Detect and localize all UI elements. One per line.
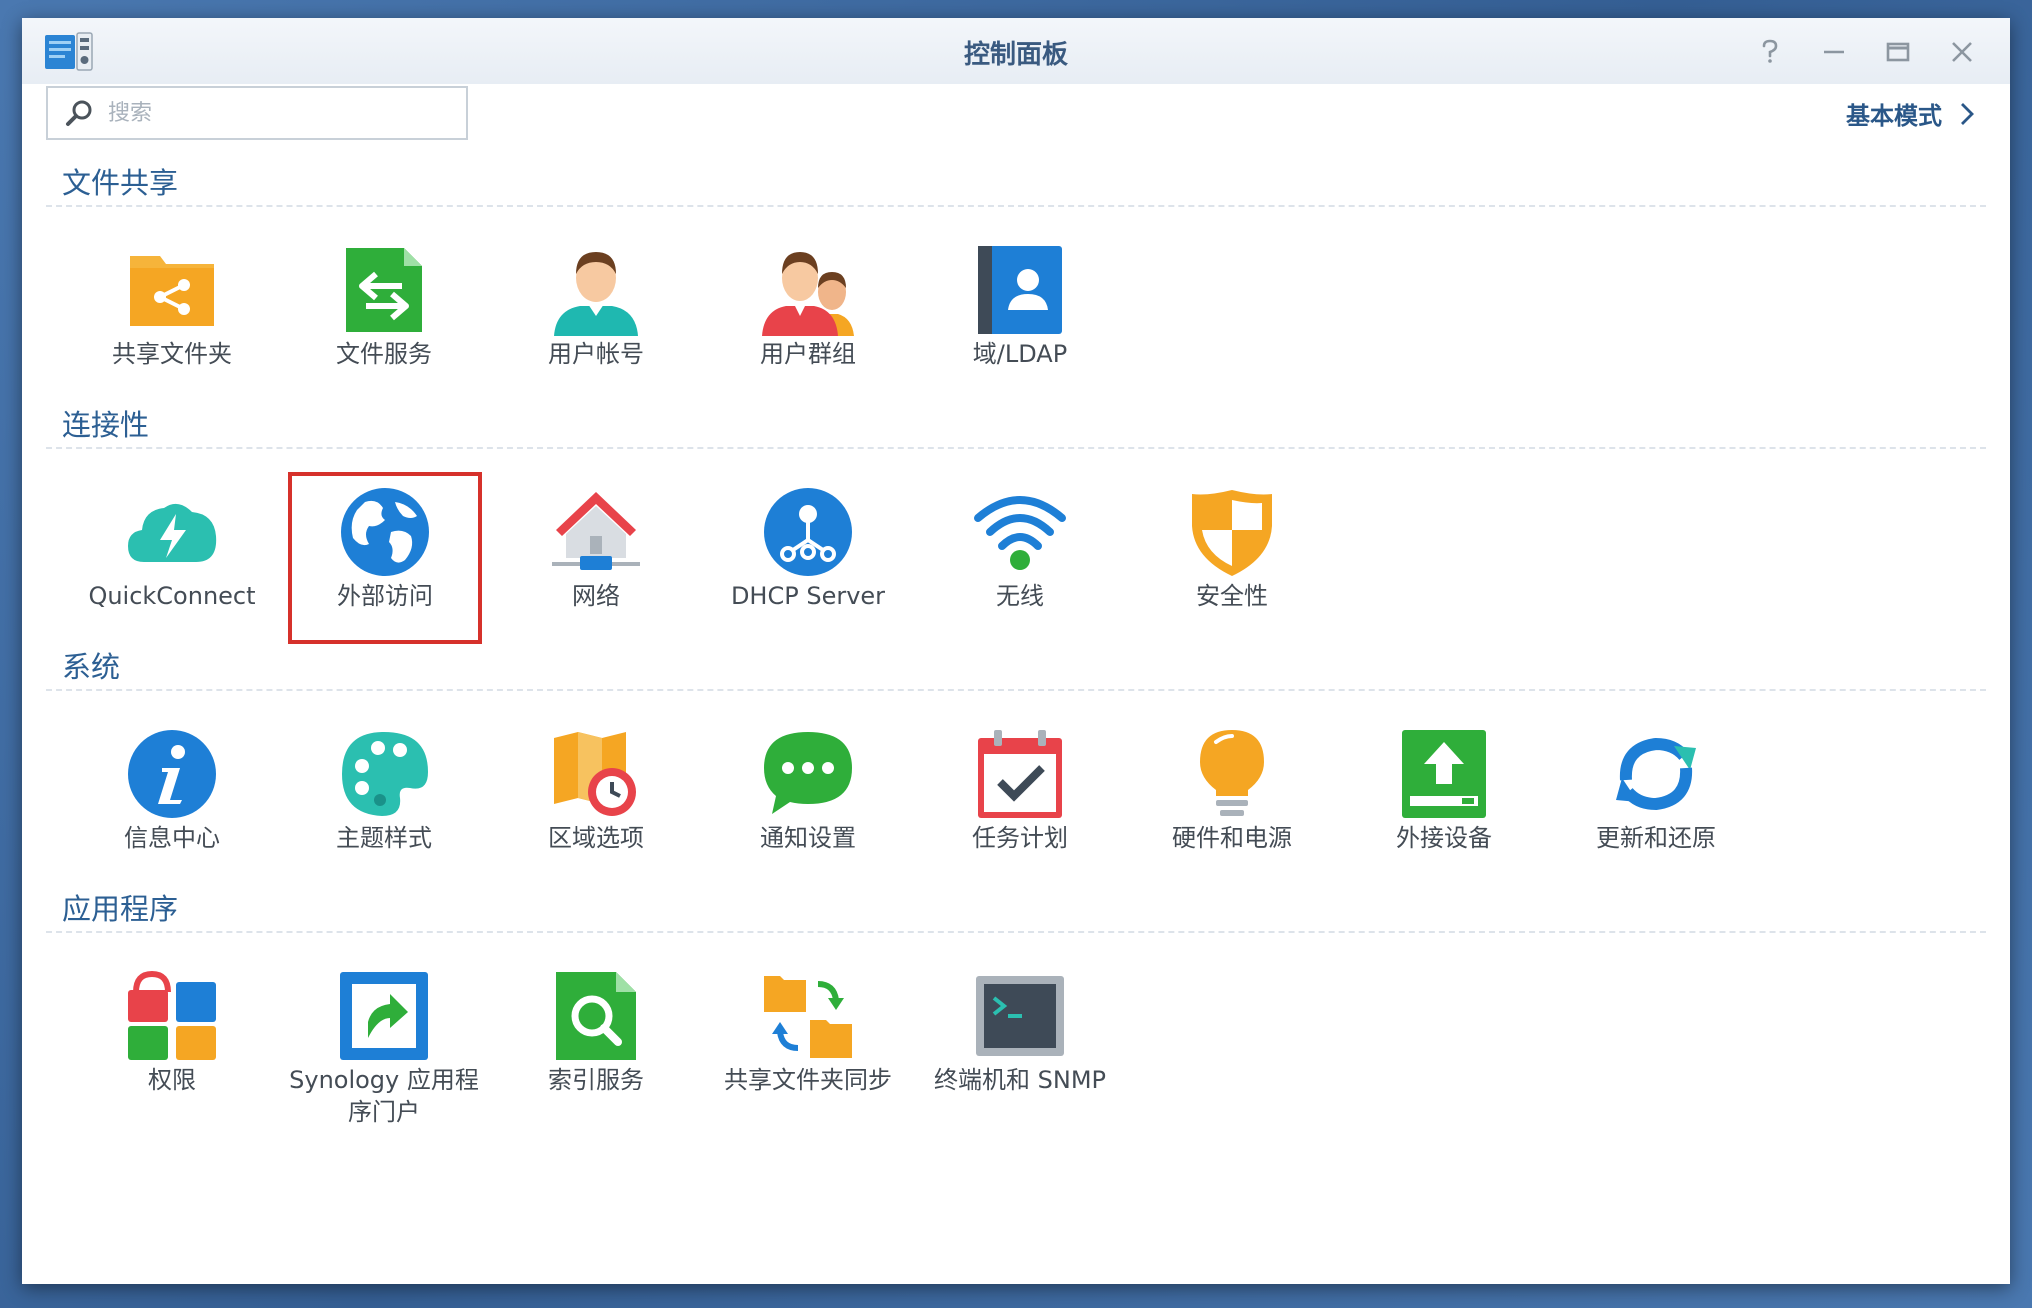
item-label: DHCP Server	[730, 582, 886, 610]
item-label: 用户帐号	[548, 340, 644, 368]
item-shared-folder[interactable]: 共享文件夹	[66, 232, 278, 402]
item-security[interactable]: 安全性	[1126, 474, 1338, 644]
item-external-access[interactable]: 外部访问	[288, 472, 482, 644]
regional-options-icon	[554, 732, 636, 816]
help-icon	[1762, 39, 1778, 63]
item-label: 外接设备	[1396, 824, 1492, 852]
item-label: 更新和还原	[1596, 824, 1716, 852]
item-user[interactable]: 用户帐号	[490, 232, 702, 402]
item-label-multiline: Synology 应用程 序门户	[278, 1064, 490, 1128]
wifi-icon	[974, 496, 1066, 570]
privileges-icon	[128, 970, 216, 1060]
item-shared-folder-sync[interactable]: 共享文件夹同步	[702, 958, 914, 1128]
palette-icon	[342, 732, 428, 816]
basic-mode-label: 基本模式	[1846, 102, 1942, 130]
item-label: 通知设置	[760, 824, 856, 852]
item-label: 安全性	[1196, 582, 1268, 610]
item-label: 终端机和 SNMP	[934, 1066, 1106, 1094]
search-input[interactable]	[106, 99, 450, 127]
section-title-applications: 应用程序	[62, 892, 179, 926]
item-task-scheduler[interactable]: 任务计划	[914, 716, 1126, 886]
dhcp-icon	[764, 488, 852, 576]
item-label-line2: 序门户	[348, 1098, 420, 1126]
item-label: 任务计划	[972, 824, 1068, 852]
maximize-button[interactable]	[1880, 34, 1916, 70]
info-icon	[128, 730, 216, 818]
maximize-icon	[1886, 42, 1910, 62]
shield-icon	[1192, 490, 1272, 576]
item-label: 权限	[148, 1066, 196, 1094]
globe-icon	[341, 488, 429, 576]
notification-icon	[764, 732, 852, 814]
item-file-services[interactable]: 文件服务	[278, 232, 490, 402]
close-icon	[1952, 42, 1972, 62]
section-divider	[46, 689, 1986, 691]
item-label: 共享文件夹同步	[724, 1066, 892, 1094]
item-network[interactable]: 网络	[490, 474, 702, 644]
item-label: 区域选项	[548, 824, 644, 852]
item-label: 无线	[996, 582, 1044, 610]
file-services-icon	[346, 248, 422, 332]
search-icon	[66, 100, 92, 126]
app-portal-icon	[340, 972, 428, 1060]
item-dhcp-server[interactable]: DHCP Server	[702, 474, 914, 644]
section-title-connectivity: 连接性	[62, 408, 150, 442]
section-divider	[46, 931, 1986, 933]
group-icon	[762, 252, 854, 336]
section-divider	[46, 205, 1986, 207]
item-external-devices[interactable]: 外接设备	[1338, 716, 1550, 886]
item-application-portal[interactable]: Synology 应用程 序门户	[278, 958, 490, 1158]
lightbulb-icon	[1200, 730, 1264, 816]
terminal-icon	[976, 976, 1064, 1056]
item-label: 用户群组	[760, 340, 856, 368]
item-label: 信息中心	[124, 824, 220, 852]
minimize-icon	[1824, 50, 1844, 54]
close-button[interactable]	[1944, 34, 1980, 70]
item-theme[interactable]: 主题样式	[278, 716, 490, 886]
section-divider	[46, 447, 1986, 449]
ldap-icon	[978, 246, 1062, 334]
item-wireless[interactable]: 无线	[914, 474, 1126, 644]
item-label: 网络	[572, 582, 620, 610]
item-label: 外部访问	[337, 582, 433, 610]
item-group[interactable]: 用户群组	[702, 232, 914, 402]
external-device-icon	[1402, 730, 1486, 818]
item-notification[interactable]: 通知设置	[702, 716, 914, 886]
item-info-center[interactable]: 信息中心	[66, 716, 278, 886]
item-label: 共享文件夹	[112, 340, 232, 368]
item-label-line1: Synology 应用程	[289, 1066, 479, 1094]
chevron-right-icon	[1961, 102, 1974, 125]
user-icon	[554, 252, 638, 336]
help-button[interactable]	[1752, 34, 1788, 70]
item-label: QuickConnect	[88, 582, 256, 610]
item-terminal-snmp[interactable]: 终端机和 SNMP	[914, 958, 1126, 1128]
item-label: 主题样式	[336, 824, 432, 852]
basic-mode-link[interactable]: 基本模式	[1846, 96, 1976, 131]
search-box[interactable]	[46, 86, 468, 140]
item-privileges[interactable]: 权限	[66, 958, 278, 1128]
item-ldap[interactable]: 域/LDAP	[914, 232, 1126, 402]
task-scheduler-icon	[978, 730, 1062, 818]
section-title-system: 系统	[62, 650, 121, 684]
indexing-service-icon	[556, 972, 636, 1060]
window-title: 控制面板	[963, 40, 1068, 70]
section-title-file-sharing: 文件共享	[62, 166, 179, 200]
item-label: 硬件和电源	[1172, 824, 1292, 852]
network-icon	[552, 492, 640, 570]
item-indexing-service[interactable]: 索引服务	[490, 958, 702, 1128]
shared-folder-icon	[130, 256, 214, 326]
item-label: 索引服务	[548, 1066, 644, 1094]
item-label: 文件服务	[336, 340, 432, 368]
item-hardware-power[interactable]: 硬件和电源	[1126, 716, 1338, 886]
item-quickconnect[interactable]: QuickConnect	[66, 474, 278, 644]
title-bar[interactable]: 控制面板	[22, 18, 2010, 84]
item-regional-options[interactable]: 区域选项	[490, 716, 702, 886]
minimize-button[interactable]	[1816, 34, 1852, 70]
control-panel-window: 控制面板 基本模式 文件共享 共享文件夹	[22, 18, 2010, 1284]
update-restore-icon	[1616, 737, 1696, 811]
folder-sync-icon	[764, 976, 852, 1058]
item-label: 域/LDAP	[972, 340, 1068, 368]
quickconnect-icon	[128, 503, 217, 562]
item-update-restore[interactable]: 更新和还原	[1550, 716, 1762, 886]
